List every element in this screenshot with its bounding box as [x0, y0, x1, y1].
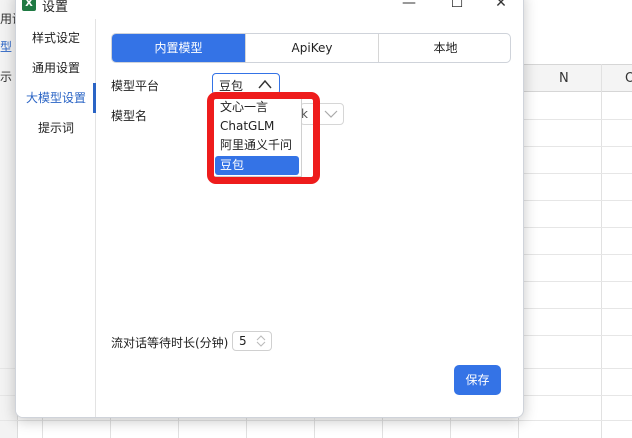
platform-label: 模型平台 — [111, 79, 160, 93]
grid-line — [382, 418, 383, 438]
title-bar[interactable]: X 设置 — ☐ ✕ — [16, 0, 523, 19]
tab-local[interactable]: 本地 — [379, 34, 510, 62]
grid-line — [246, 418, 247, 438]
maximize-button[interactable]: ☐ — [434, 0, 480, 17]
grid-line — [314, 418, 315, 438]
column-header-row: N O — [524, 64, 632, 92]
settings-dialog: X 设置 — ☐ ✕ 样式设定 通用设置 大模型设置 提示词 内置模型 ApiK… — [15, 0, 524, 418]
close-button[interactable]: ✕ — [478, 0, 523, 17]
settings-sidebar: 样式设定 通用设置 大模型设置 提示词 — [16, 19, 96, 417]
dialog-title: 设置 — [42, 0, 69, 15]
sidebar-item-llm[interactable]: 大模型设置 — [16, 83, 96, 113]
save-button[interactable]: 保存 — [454, 365, 501, 395]
column-header-o[interactable]: O — [625, 71, 632, 86]
column-header-n[interactable]: N — [559, 71, 569, 86]
wait-time-spinbox[interactable]: 5 — [232, 331, 272, 351]
grid-line — [524, 200, 632, 201]
grid-line — [524, 173, 632, 174]
grid-line — [601, 64, 602, 438]
grid-line — [0, 420, 632, 421]
tab-apikey[interactable]: ApiKey — [246, 34, 379, 62]
grid-line — [524, 335, 632, 336]
grid-line — [524, 308, 632, 309]
wait-time-label: 流对话等待时长(分钟) — [111, 336, 229, 350]
red-highlight-box — [207, 92, 320, 184]
chevron-down-icon — [324, 110, 338, 118]
wait-time-value: 5 — [239, 334, 247, 348]
model-type-tabs: 内置模型 ApiKey 本地 — [111, 33, 511, 63]
spin-arrows-icon[interactable] — [255, 334, 267, 348]
grid-line — [524, 146, 632, 147]
sidebar-active-marker — [93, 83, 96, 113]
tab-builtin-model[interactable]: 内置模型 — [112, 34, 246, 62]
sidebar-item-prompt[interactable]: 提示词 — [16, 113, 96, 143]
chevron-up-icon — [258, 79, 272, 89]
minimize-button[interactable]: — — [386, 0, 432, 17]
grid-line — [524, 119, 632, 120]
model-name-label: 模型名 — [111, 109, 148, 123]
grid-line — [524, 281, 632, 282]
sidebar-item-general[interactable]: 通用设置 — [16, 53, 96, 83]
grid-line — [524, 254, 632, 255]
grid-line — [178, 418, 179, 438]
excel-app-icon: X — [22, 0, 36, 11]
grid-line — [450, 418, 451, 438]
grid-line — [110, 418, 111, 438]
grid-line — [42, 418, 43, 438]
grid-line — [518, 418, 519, 438]
sidebar-item-style[interactable]: 样式设定 — [16, 23, 96, 53]
grid-line — [524, 227, 632, 228]
